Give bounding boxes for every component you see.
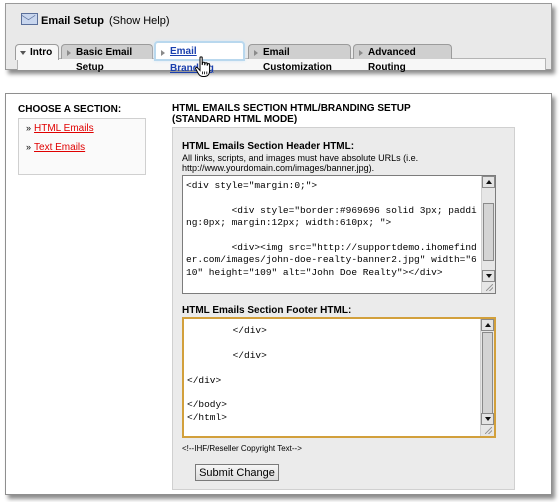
section-chooser-heading: CHOOSE A SECTION:: [18, 104, 122, 115]
section-form: HTML Emails Section Header HTML: All lin…: [172, 127, 515, 490]
hand-cursor-icon: [195, 56, 211, 77]
resize-grip-icon[interactable]: [485, 427, 492, 434]
html-emails-link[interactable]: HTML Emails: [34, 123, 94, 134]
copyright-placeholder-text: <!--IHF/Reseller Copyright Text-->: [182, 444, 302, 453]
section-list: » HTML Emails » Text Emails: [18, 118, 146, 175]
footer-html-content: </div> </div> </div> </body> </html>: [187, 325, 267, 423]
chevron-right-icon: [67, 50, 71, 56]
tab-label: Email Customization: [263, 47, 332, 73]
scroll-down-icon[interactable]: [482, 270, 495, 282]
footer-html-textarea[interactable]: </div> </div> </div> </body> </html>: [182, 317, 496, 438]
text-emails-link[interactable]: Text Emails: [34, 142, 85, 153]
email-branding-panel: CHOOSE A SECTION: » HTML Emails » Text Ema…: [5, 93, 552, 495]
footer-html-label: HTML Emails Section Footer HTML:: [182, 305, 352, 316]
tab-advanced-routing[interactable]: Advanced Routing: [353, 44, 452, 73]
scroll-up-icon[interactable]: [481, 319, 494, 331]
resize-grip-icon[interactable]: [486, 284, 493, 291]
page-title: Email Setup: [41, 15, 104, 27]
panel-header: Email Setup (Show Help): [21, 13, 170, 27]
chevron-right-icon: [161, 50, 165, 56]
header-html-content: <div style="margin:0;"> <div style="bord…: [186, 180, 477, 278]
tab-email-customization[interactable]: Email Customization: [248, 44, 351, 73]
scroll-thumb[interactable]: [483, 203, 494, 261]
section-item-text-emails: » Text Emails: [26, 142, 85, 153]
envelope-icon: [21, 13, 38, 25]
show-help-link[interactable]: (Show Help): [109, 15, 170, 27]
scroll-up-icon[interactable]: [482, 176, 495, 188]
email-setup-panel: Email Setup (Show Help) Intro Basic Email…: [5, 3, 552, 77]
header-html-description: All links, scripts, and images must have…: [182, 153, 419, 173]
chevron-right-icon: [254, 50, 258, 56]
tab-label: Intro: [30, 47, 53, 58]
footer-html-scrollbar[interactable]: [480, 319, 494, 436]
chevron-right-icon: [359, 50, 363, 56]
scroll-thumb[interactable]: [482, 332, 493, 414]
double-arrow-icon: »: [26, 123, 32, 133]
submit-change-button[interactable]: Submit Change: [195, 464, 279, 481]
scroll-down-icon[interactable]: [481, 413, 494, 425]
double-arrow-icon: »: [26, 142, 32, 152]
tab-intro[interactable]: Intro: [15, 44, 59, 60]
tab-basic-email-setup[interactable]: Basic Email Setup: [61, 44, 153, 73]
chevron-down-icon: [20, 51, 26, 55]
section-title: HTML EMAILS SECTION HTML/BRANDING SETUP …: [172, 103, 411, 125]
header-html-label: HTML Emails Section Header HTML:: [182, 141, 355, 152]
section-item-html-emails: » HTML Emails: [26, 123, 94, 134]
header-html-scrollbar[interactable]: [481, 176, 495, 293]
header-html-textarea[interactable]: <div style="margin:0;"> <div style="bord…: [182, 175, 496, 294]
